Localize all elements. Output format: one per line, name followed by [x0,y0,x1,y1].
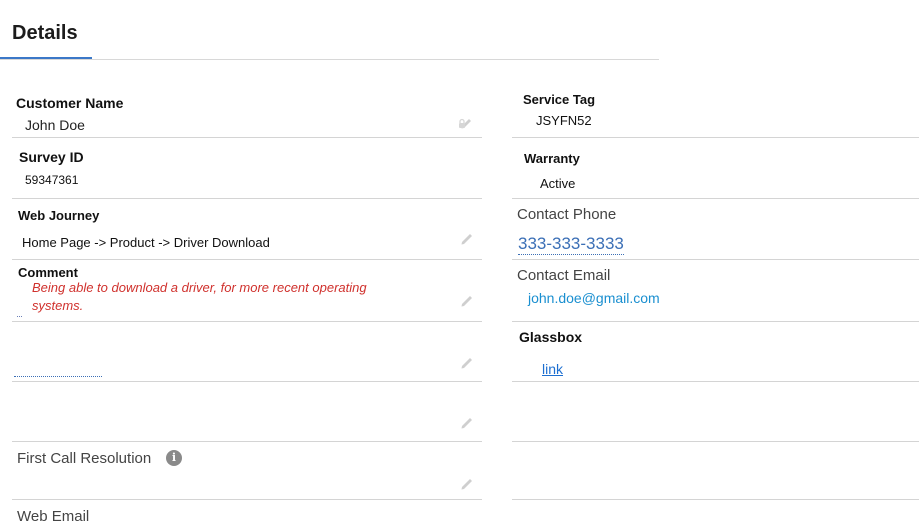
empty-field-link[interactable] [14,376,102,377]
row-divider [512,259,919,260]
row-divider [512,381,919,382]
service-tag-value: JSYFN52 [536,113,592,128]
pencil-icon[interactable] [459,414,475,430]
customer-name-value: John Doe [25,117,85,133]
row-divider [12,259,482,260]
row-divider [12,441,482,442]
contact-email-link[interactable]: john.doe@gmail.com [528,290,660,306]
service-tag-label: Service Tag [523,92,596,107]
web-journey-value: Home Page -> Product -> Driver Download [22,235,270,250]
warranty-label: Warranty [524,151,580,166]
web-email-label: Web Email [17,508,90,525]
pencil-icon[interactable] [459,292,475,308]
row-divider [512,321,919,322]
warranty-value: Active [540,176,576,191]
row-divider [12,137,482,138]
lock-pencil-icon [459,118,471,129]
row-divider [512,499,919,500]
info-icon[interactable]: i [166,450,182,466]
comment-value-line1: Being able to download a driver, for mor… [32,280,367,295]
tab-details[interactable]: Details [12,22,78,45]
contact-phone-label: Contact Phone [517,206,617,223]
first-call-resolution-label: First Call Resolution [17,450,152,467]
row-divider [12,198,482,199]
pencil-icon[interactable] [459,475,475,491]
pencil-icon[interactable] [459,354,475,370]
row-divider [512,137,919,138]
tab-bar-divider [0,59,659,60]
comment-label: Comment [18,265,78,280]
survey-id-value: 59347361 [25,173,79,187]
web-journey-label: Web Journey [18,208,100,223]
survey-id-label: Survey ID [19,149,84,165]
row-divider [12,321,482,322]
contact-phone-link[interactable]: 333-333-3333 [518,234,624,255]
row-divider [12,381,482,382]
contact-email-label: Contact Email [517,267,611,284]
row-divider [512,441,919,442]
customer-name-label: Customer Name [16,95,124,111]
pencil-icon[interactable] [459,230,475,246]
row-divider [12,499,482,500]
glassbox-link[interactable]: link [542,361,563,377]
comment-resize-marker [17,316,22,317]
row-divider [512,198,919,199]
glassbox-label: Glassbox [519,329,583,345]
comment-value-line2: systems. [32,298,84,313]
